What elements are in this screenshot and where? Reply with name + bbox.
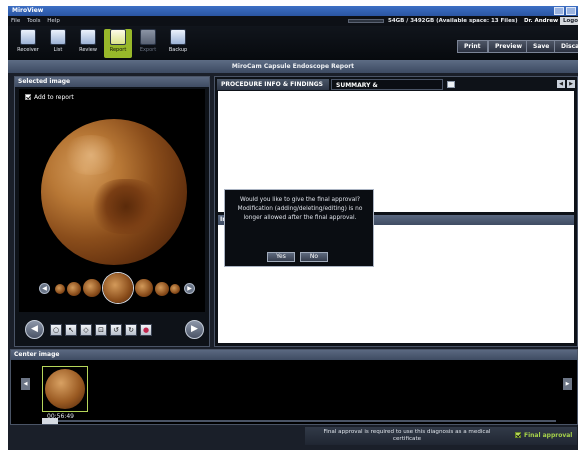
center-prev-icon[interactable]: ◀	[21, 378, 30, 390]
tab-prev-icon[interactable]: ◀	[557, 80, 565, 88]
review-icon	[80, 29, 96, 45]
export-icon	[140, 29, 156, 45]
export-label: Export	[139, 47, 157, 53]
backup-label: Backup	[168, 47, 188, 53]
tab-procedure-info[interactable]: PROCEDURE INFO & FINDINGS	[217, 79, 329, 90]
rotate-right-icon[interactable]: ↻	[125, 324, 137, 336]
title-bar: MiroView	[8, 6, 578, 16]
circle-tool-icon[interactable]: ○	[50, 324, 62, 336]
menu-bar: File Tools Help 54GB / 3492GB (Available…	[8, 16, 578, 26]
menu-tools[interactable]: Tools	[27, 18, 41, 24]
next-image-icon[interactable]: ▶	[185, 320, 204, 339]
list-label: List	[53, 47, 63, 53]
window-controls	[554, 7, 576, 15]
final-approval-checkbox[interactable]: Final approval	[515, 432, 572, 439]
receiver-button[interactable]: Receiver	[14, 29, 42, 58]
selected-image-panel: Selected image Add to report ◀ ▶ ◀ ○ ↖ ◇…	[14, 76, 210, 347]
maximize-button[interactable]	[566, 7, 576, 15]
report-tabs: PROCEDURE INFO & FINDINGS SUMMARY & RECO…	[217, 79, 577, 100]
report-icon	[110, 29, 126, 45]
final-approval-label: Final approval	[524, 432, 573, 439]
report-label: Report	[109, 47, 127, 53]
thumbnail-selected[interactable]	[103, 273, 133, 303]
center-image-panel: Center image ◀ 00:56:49 ▶	[10, 349, 578, 425]
timeline-track[interactable]	[42, 418, 556, 424]
save-button[interactable]: Save	[526, 40, 557, 53]
backup-icon	[170, 29, 186, 45]
prev-image-icon[interactable]: ◀	[25, 320, 44, 339]
export-button[interactable]: Export	[134, 29, 162, 58]
thumbnail-strip: ◀ ▶	[31, 272, 195, 306]
report-title: MiroCam Capsule Endoscope Report	[8, 60, 578, 73]
crop-tool-icon[interactable]: ⊡	[95, 324, 107, 336]
status-bar: Final approval is required to use this d…	[305, 427, 577, 445]
thumbnail[interactable]	[170, 284, 180, 294]
minimize-button[interactable]	[554, 7, 564, 15]
approval-checkbox-box[interactable]	[515, 432, 521, 438]
list-icon	[50, 29, 66, 45]
preview-button[interactable]: Preview	[488, 40, 530, 53]
thumbnail[interactable]	[155, 282, 169, 296]
list-button[interactable]: List	[44, 29, 72, 58]
eraser-tool-icon[interactable]: ◇	[80, 324, 92, 336]
document-icon[interactable]	[447, 81, 455, 88]
add-to-report-checkbox[interactable]: Add to report	[25, 94, 74, 101]
thumbnail[interactable]	[83, 279, 101, 297]
marker-tool-icon[interactable]: ●	[140, 324, 152, 336]
report-button[interactable]: Report	[104, 29, 132, 58]
strip-prev-icon[interactable]: ◀	[39, 283, 50, 294]
user-name: Dr. Andrew	[524, 18, 559, 24]
checkbox-box[interactable]	[25, 94, 31, 100]
backup-button[interactable]: Backup	[164, 29, 192, 58]
storage-usage-bar	[348, 19, 384, 23]
thumbnail[interactable]	[67, 282, 81, 296]
no-button[interactable]: No	[300, 252, 328, 262]
add-to-report-label: Add to report	[34, 94, 74, 101]
strip-next-icon[interactable]: ▶	[184, 283, 195, 294]
selected-image-viewer: Add to report ◀ ▶	[19, 89, 205, 312]
tab-summary[interactable]: SUMMARY & RECOMMENDATIONS	[331, 79, 443, 100]
logout-button[interactable]: Logo	[560, 17, 578, 25]
thumbnail[interactable]	[135, 279, 153, 297]
review-button[interactable]: Review	[74, 29, 102, 58]
receiver-label: Receiver	[17, 47, 39, 53]
discard-button[interactable]: Discar	[554, 40, 578, 53]
thumbnail[interactable]	[55, 284, 65, 294]
window-title: MiroView	[12, 7, 44, 14]
selected-image-title: Selected image	[15, 77, 209, 87]
menu-file[interactable]: File	[11, 18, 20, 24]
center-image-title: Center image	[11, 350, 577, 360]
image-tools: ◀ ○ ↖ ◇ ⊡ ↺ ↻ ● ▶	[25, 320, 205, 340]
pointer-tool-icon[interactable]: ↖	[65, 324, 77, 336]
center-thumbnail[interactable]	[42, 366, 88, 412]
endoscope-image[interactable]	[41, 119, 187, 265]
approval-note: Final approval is required to use this d…	[323, 429, 491, 442]
center-next-icon[interactable]: ▶	[563, 378, 572, 390]
timeline-handle[interactable]	[42, 418, 58, 424]
menu-help[interactable]: Help	[47, 18, 60, 24]
center-thumbnail-image	[45, 369, 85, 409]
rotate-left-icon[interactable]: ↺	[110, 324, 122, 336]
review-label: Review	[79, 47, 97, 53]
dialog-message: Would you like to give the final approva…	[237, 197, 363, 221]
tab-next-icon[interactable]: ▶	[567, 80, 575, 88]
print-button[interactable]: Print	[457, 40, 488, 53]
yes-button[interactable]: Yes	[267, 252, 295, 262]
app-window: MiroView File Tools Help 54GB / 3492GB (…	[8, 6, 578, 450]
final-approval-dialog: Would you like to give the final approva…	[224, 189, 374, 267]
storage-info: 54GB / 3492GB (Available space: 13 Files…	[388, 18, 518, 24]
receiver-icon	[20, 29, 36, 45]
